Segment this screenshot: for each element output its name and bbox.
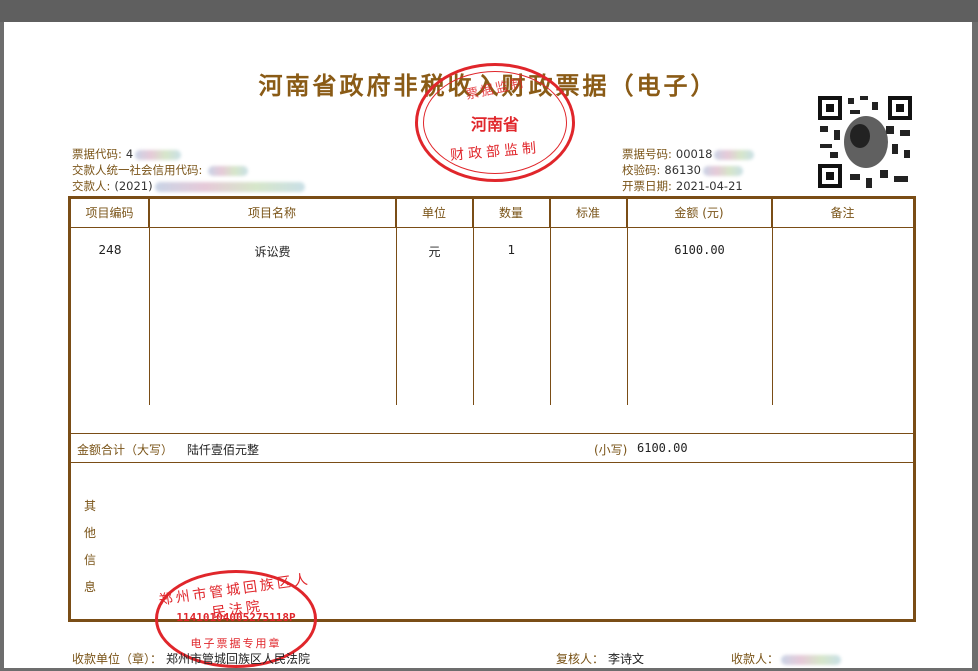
seal-bottom-line2: 1141010400527511​8P [176,611,296,624]
total-small-value: 6100.00 [637,441,688,455]
col-divider [149,199,150,405]
row-item-code: 248 [98,243,122,257]
credit-code-row: 交款人统一社会信用代码: [72,162,305,178]
header-note: 备注 [830,206,855,220]
other-info-char: 他 [83,526,96,540]
other-info-char: 其 [83,499,96,513]
check-code-label: 校验码: [622,163,661,177]
check-code-row: 校验码: 86130 [622,162,754,178]
redaction-blur [208,165,249,176]
bill-number-value: 00018 [675,147,713,161]
row-unit: 元 [428,245,441,259]
bill-number-label: 票据号码: [622,147,672,161]
header-divider [71,227,913,228]
viewer-toolbar [0,0,978,22]
col-divider [550,199,551,405]
seal-top-line2: 河南省 [470,115,519,134]
total-bottom-divider [71,462,913,463]
other-info-label: 其 他 信 息 [83,493,97,601]
redaction-blur [714,149,755,160]
total-small-label: (小写) [594,443,628,457]
issue-date-value: 2021-04-21 [675,179,743,193]
bill-code-row: 票据代码: 4 [72,146,305,162]
other-info-char: 息 [83,580,96,594]
col-divider [772,199,773,405]
issue-date-label: 开票日期: [622,179,672,193]
check-code-value: 86130 [664,163,701,177]
receipt-table: 项目编码 项目名称 单位 数量 标准 金额 (元) 备注 248 诉讼费 元 1… [68,196,916,622]
row-item-name: 诉讼费 [254,245,291,259]
redaction-blur [781,654,842,665]
payee-value: 郑州市管城回族区人民法院 [166,652,311,666]
payer-label: 交款人: [72,179,111,193]
header-item-code: 项目编码 [71,199,149,227]
reviewer-field: 复核人： 李诗文 [556,650,644,667]
reviewer-label: 复核人： [556,652,605,666]
seal-bottom-line3: 电子票据专用章 [190,637,282,650]
credit-code-label: 交款人统一社会信用代码: [72,163,203,177]
total-upper-label: 金额合计（大写） [77,443,174,457]
payer-value: (2021) [114,179,153,193]
total-top-divider [71,433,913,434]
redaction-blur [702,165,743,176]
payee-label: 收款单位（章）： [72,652,163,666]
col-divider [627,199,628,405]
reviewer-value: 李诗文 [608,652,645,666]
col-divider [396,199,397,405]
payer-row: 交款人: (2021) [72,178,305,194]
header-standard: 标准 [550,199,627,227]
receipt-page: 河南省政府非税收入财政票据（电子） 票据监制 河南省 财政部监制 票据代码: 4 … [4,22,972,668]
bill-code-label: 票据代码: [72,147,122,161]
payee-field: 收款单位（章）： 郑州市管城回族区人民法院 [72,650,310,667]
header-amount: 金额 (元) [627,199,772,227]
issue-date-row: 开票日期: 2021-04-21 [622,178,754,194]
bill-code-value: 4 [125,147,134,161]
payer-info: 票据代码: 4 交款人统一社会信用代码: 交款人: (2021) [72,146,305,194]
header-unit: 单位 [396,199,473,227]
bill-number-row: 票据号码: 00018 [622,146,755,162]
other-info-char: 信 [83,553,96,567]
total-upper-value: 陆仟壹佰元整 [187,443,260,457]
finance-supervision-seal: 票据监制 河南省 财政部监制 [415,63,575,182]
row-quantity: 1 [507,243,516,257]
header-quantity: 数量 [473,199,550,227]
collector-field: 收款人： [731,650,842,667]
bill-info: 票据号码: 00018 校验码: 86130 开票日期: 2021-04-21 [622,146,755,194]
qr-code-icon [816,94,914,190]
row-amount: 6100.00 [674,243,725,257]
header-item-name: 项目名称 [149,199,396,227]
collector-label: 收款人： [731,652,780,666]
col-divider [473,199,474,405]
redaction-blur [135,149,182,160]
redaction-blur [154,181,305,192]
